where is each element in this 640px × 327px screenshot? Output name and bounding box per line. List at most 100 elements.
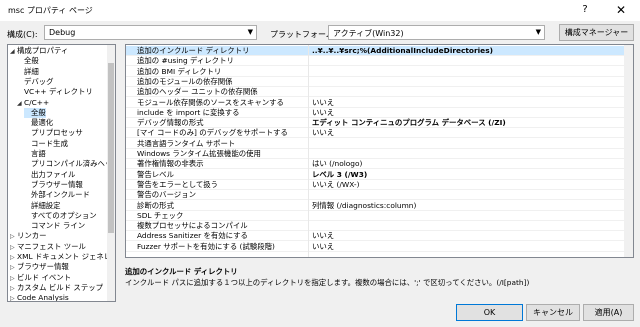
tree-scrollbar[interactable]	[107, 45, 115, 301]
property-row[interactable]: Windows ランタイム拡張機能の使用	[126, 149, 633, 159]
tree-item-label: カスタム ビルド ステップ	[17, 282, 103, 292]
tree-item-label: C/C++	[24, 97, 50, 107]
property-name: Fuzzer サポートを有効にする (試験段階)	[137, 241, 275, 251]
property-row[interactable]: 警告レベル レベル 3 (/W3)	[126, 170, 633, 180]
column-separator[interactable]	[308, 45, 309, 257]
category-tree: ◢ 構成プロパティ 全般 詳細 デバッグ VC++ ディレクトリ ◢ C/C++ 全般 最適化 プリ…	[7, 44, 116, 302]
property-name: 追加のインクルード ディレクトリ	[137, 46, 250, 55]
property-value[interactable]: レベル 3 (/W3)	[312, 170, 612, 180]
property-row[interactable]: 警告のバージョン	[126, 190, 633, 201]
tree-item[interactable]: 詳細	[17, 67, 39, 77]
property-value[interactable]: いいえ	[312, 98, 612, 108]
tree-item[interactable]: 全般	[17, 56, 39, 66]
chevron-down-icon: ▼	[247, 28, 253, 36]
property-name: 追加の #using ディレクトリ	[137, 56, 234, 66]
property-row[interactable]: SDL チェック	[126, 211, 633, 221]
property-row[interactable]: Fuzzer サポートを有効にする (試験段階) いいえ	[126, 242, 633, 252]
property-row[interactable]: デバッグ情報の形式 エディット コンティニュのプログラム データベース (/ZI)	[126, 118, 633, 129]
tree-item[interactable]: プリコンパイル済みヘッダー	[24, 159, 115, 169]
tree-item[interactable]: すべてのオプション	[24, 211, 97, 221]
tree-item[interactable]: ▷ マニフェスト ツール	[10, 242, 86, 252]
tree-item-label: すべてのオプション	[31, 210, 97, 220]
tree-item-label: ビルド イベント	[17, 272, 72, 282]
tree-item[interactable]: 出力ファイル	[24, 170, 75, 180]
tree-item[interactable]: 外部インクルード	[24, 190, 90, 200]
property-row[interactable]: include を import に変換する いいえ	[126, 108, 633, 118]
description-text: インクルード パスに追加する１つ以上のディレクトリを指定します。複数の場合には、…	[125, 278, 530, 287]
config-row: 構成(C): Debug ▼ プラットフォーム(P): アクティブ(Win32)…	[0, 24, 640, 52]
tree-scroll-thumb[interactable]	[108, 63, 114, 233]
tree-item[interactable]: ブラウザー情報	[24, 180, 83, 190]
tree-item[interactable]: 言語	[24, 149, 46, 159]
tree-item-label: 詳細設定	[31, 200, 61, 210]
tree-item[interactable]: ▷XML ドキュメント ジェネレーター	[10, 252, 115, 262]
property-name: Windows ランタイム拡張機能の使用	[137, 149, 261, 158]
property-value[interactable]: いいえ	[312, 242, 612, 252]
tree-item-label: 言語	[31, 149, 46, 158]
tree-item-label: VC++ ディレクトリ	[24, 87, 93, 97]
config-select[interactable]: Debug ▼	[44, 25, 257, 40]
tree-item[interactable]: ▷ カスタム ビルド ステップ	[10, 283, 103, 293]
description-panel: 追加のインクルード ディレクトリ インクルード パスに追加する１つ以上のディレク…	[125, 262, 634, 294]
property-value[interactable]: いいえ	[312, 108, 612, 118]
property-row[interactable]: 追加の BMI ディレクトリ	[126, 67, 633, 77]
config-manager-button[interactable]: 構成マネージャー(O)...	[559, 24, 634, 52]
property-value[interactable]: 列情報 (/diagnostics:column)	[312, 201, 612, 211]
tree-item-label: マニフェスト ツール	[17, 241, 86, 251]
tree-item[interactable]: ▷ ビルド イベント	[10, 273, 71, 283]
tree-item[interactable]: VC++ ディレクトリ	[17, 87, 93, 97]
platform-select[interactable]: アクティブ(Win32) ▼	[328, 25, 545, 40]
grid-scrollbar[interactable]	[624, 45, 633, 257]
property-value[interactable]: いいえ	[312, 231, 612, 241]
property-row[interactable]: 警告をエラーとして扱う いいえ (/WX-)	[126, 180, 633, 190]
tree-item[interactable]: ◢ C/C++	[17, 98, 49, 108]
tree-item[interactable]: 全般	[24, 107, 46, 118]
config-label: 構成(C):	[7, 30, 38, 39]
property-row[interactable]: 追加のヘッダー ユニットの依存関係	[126, 87, 633, 98]
property-row[interactable]: 追加の #using ディレクトリ	[126, 56, 633, 67]
property-name: 追加のヘッダー ユニットの依存関係	[137, 87, 258, 97]
property-name: 警告のバージョン	[137, 190, 196, 200]
tree-item[interactable]: コマンド ライン	[24, 221, 85, 231]
property-row[interactable]: 複数プロセッサによるコンパイル	[126, 221, 633, 232]
help-icon[interactable]: ?	[578, 4, 592, 15]
close-icon[interactable]: ✕	[614, 3, 628, 17]
property-value[interactable]: はい (/nologo)	[312, 159, 612, 169]
tree-item-label: 外部インクルード	[31, 190, 90, 200]
property-value[interactable]: ..¥..¥..¥src;%(AdditionalIncludeDirector…	[312, 46, 612, 56]
title-bar: msc プロパティ ページ ? ✕	[0, 0, 640, 21]
tree-item[interactable]: ▷ リンカー	[10, 231, 47, 241]
property-row[interactable]: 追加のインクルード ディレクトリ ..¥..¥..¥src;%(Additiona…	[126, 46, 633, 56]
tree-item[interactable]: ◢ 構成プロパティ	[10, 46, 68, 56]
property-value[interactable]: いいえ (/WX-)	[312, 180, 612, 190]
expander-icon[interactable]: ◢	[10, 47, 17, 57]
property-row[interactable]: 追加のモジュールの依存関係	[126, 77, 633, 87]
property-row[interactable]: Address Sanitizer を有効にする いいえ	[126, 231, 633, 242]
property-row[interactable]: [マイ コードのみ] のデバッグをサポートする いいえ	[126, 128, 633, 139]
tree-item[interactable]: ▷ ブラウザー情報	[10, 262, 69, 272]
property-row[interactable]: 診断の形式 列情報 (/diagnostics:column)	[126, 201, 633, 211]
tree-item-label: XML ドキュメント ジェネレーター	[17, 252, 115, 261]
tree-item[interactable]: 詳細設定	[24, 201, 61, 211]
expander-icon[interactable]: ◢	[17, 99, 24, 109]
property-row[interactable]: 著作権情報の非表示 はい (/nologo)	[126, 159, 633, 170]
property-value[interactable]: エディット コンティニュのプログラム データベース (/ZI)	[312, 118, 612, 128]
property-name: モジュール依存関係のソースをスキャンする	[137, 97, 284, 107]
property-row[interactable]: モジュール依存関係のソースをスキャンする いいえ	[126, 98, 633, 108]
property-value[interactable]: いいえ	[312, 128, 612, 138]
property-name: Address Sanitizer を有効にする	[137, 231, 248, 241]
tree-item[interactable]: プリプロセッサ	[24, 128, 83, 138]
tree-item[interactable]: デバッグ	[17, 77, 54, 87]
tree-item-label: 詳細	[24, 66, 39, 76]
property-row[interactable]: 共通言語ランタイム サポート	[126, 139, 633, 149]
property-name: 診断の形式	[137, 200, 174, 210]
property-name: 複数プロセッサによるコンパイル	[137, 221, 248, 231]
tree-item-label: リンカー	[17, 231, 47, 241]
ok-button[interactable]: OK	[456, 304, 523, 321]
chevron-down-icon: ▼	[535, 28, 541, 36]
apply-button[interactable]: 適用(A)	[583, 304, 634, 321]
tree-item[interactable]: コード生成	[24, 139, 68, 149]
cancel-button[interactable]: キャンセル	[526, 304, 580, 321]
tree-item[interactable]: 最適化	[24, 118, 53, 128]
property-name: include を import に変換する	[137, 107, 240, 117]
